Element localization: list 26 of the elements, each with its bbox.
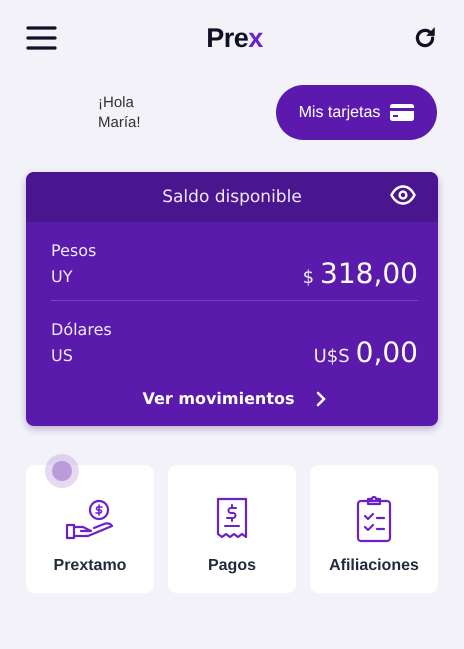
currency-name: Pesos [51, 240, 96, 262]
balance-title: Saldo disponible [162, 187, 302, 207]
my-cards-button[interactable]: Mis tarjetas [276, 85, 437, 140]
balance-amount: 0,00 [356, 336, 418, 369]
clipboard-checklist-icon [355, 495, 393, 543]
tile-label: Afiliaciones [329, 557, 419, 575]
menu-icon [26, 26, 57, 50]
balance-amount: 318,00 [320, 257, 418, 290]
currency-code: UY [51, 266, 74, 288]
tile-label: Prextamo [54, 557, 126, 575]
greeting-text: ¡Hola María! [98, 92, 141, 132]
menu-button[interactable] [26, 26, 57, 50]
currency-symbol: $ [302, 267, 314, 288]
shortcut-tile[interactable]: Pagos [168, 465, 296, 593]
currency-code: US [51, 345, 74, 367]
tile-label: Pagos [208, 557, 256, 575]
chevron-right-icon [316, 390, 326, 406]
shortcut-tile[interactable]: Afiliaciones [310, 465, 438, 593]
show-balance-button[interactable] [390, 185, 416, 205]
credit-card-icon [390, 104, 414, 121]
currency-symbol: U$S [314, 346, 350, 367]
logo: Prex [206, 22, 263, 54]
view-transactions-link[interactable]: Ver movimientos [134, 389, 334, 408]
shortcut-tile[interactable]: Prextamo [26, 465, 154, 593]
eye-icon [390, 185, 416, 205]
currency-name: Dólares [51, 319, 112, 341]
